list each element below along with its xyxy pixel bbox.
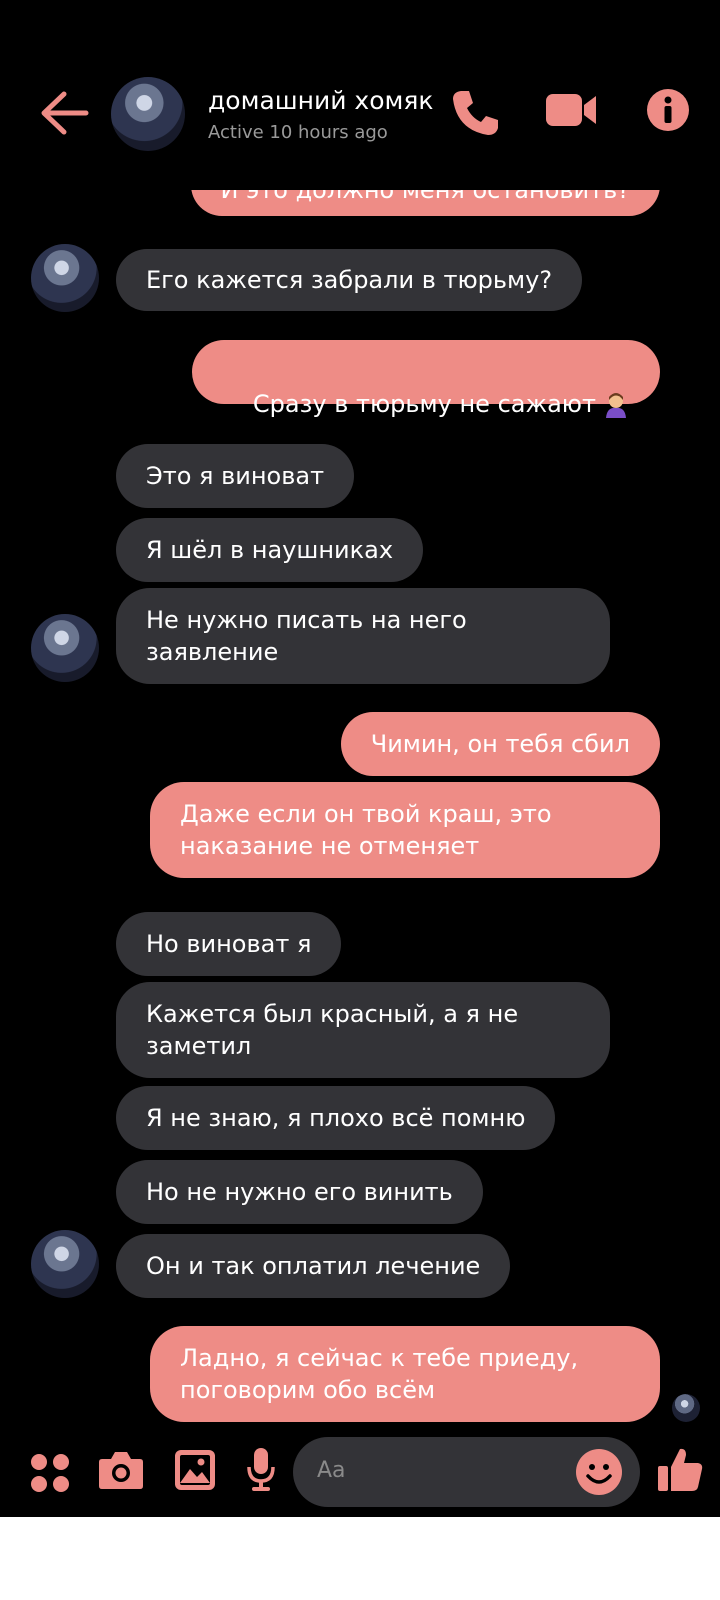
thumbs-up-icon[interactable]: [656, 1445, 704, 1493]
message-incoming[interactable]: Его кажется забрали в тюрьму?: [116, 249, 583, 311]
video-camera-icon[interactable]: [544, 88, 598, 132]
image-icon[interactable]: [174, 1449, 216, 1491]
chat-screen: И это должно меня остановить? Его кажетс…: [0, 0, 720, 1517]
smiley-icon[interactable]: [575, 1448, 623, 1496]
message-incoming[interactable]: Я шёл в наушниках: [116, 518, 424, 582]
camera-icon[interactable]: [98, 1449, 144, 1491]
contact-avatar[interactable]: [31, 244, 99, 312]
message-incoming[interactable]: Но виноват я: [116, 912, 342, 976]
message-incoming[interactable]: Но не нужно его винить: [116, 1160, 483, 1224]
chat-header: домашний хомяк Active 10 hours ago: [0, 0, 720, 190]
active-status: Active 10 hours ago: [208, 122, 388, 143]
info-icon[interactable]: [646, 88, 690, 132]
contact-avatar[interactable]: [31, 614, 99, 682]
message-composer: Aa: [0, 1425, 720, 1517]
message-input[interactable]: Aa: [293, 1437, 640, 1507]
message-outgoing[interactable]: Ладно, я сейчас к тебе приеду, поговорим…: [150, 1326, 660, 1422]
message-text: Сразу в тюрьму не сажают: [252, 390, 596, 418]
microphone-icon[interactable]: [246, 1447, 276, 1493]
back-arrow-icon[interactable]: [38, 88, 90, 138]
message-incoming[interactable]: Кажется был красный, а я не заметил: [116, 982, 610, 1078]
contact-name[interactable]: домашний хомяк: [208, 86, 434, 115]
seen-indicator-avatar: [672, 1394, 700, 1422]
message-outgoing[interactable]: Чимин, он тебя сбил: [340, 712, 660, 776]
message-outgoing[interactable]: Даже если он твой краш, это наказание не…: [150, 782, 660, 878]
message-incoming[interactable]: Он и так оплатил лечение: [116, 1234, 511, 1298]
contact-avatar[interactable]: [111, 77, 185, 151]
phone-icon[interactable]: [450, 88, 500, 138]
apps-grid-icon[interactable]: [30, 1453, 70, 1493]
contact-avatar[interactable]: [31, 1230, 99, 1298]
message-incoming[interactable]: Я не знаю, я плохо всё помню: [116, 1086, 556, 1150]
message-outgoing[interactable]: Сразу в тюрьму не сажают: [192, 340, 660, 418]
message-incoming[interactable]: Это я виноват: [116, 444, 355, 508]
woman-facepalming-emoji-icon: [606, 393, 626, 418]
message-incoming[interactable]: Не нужно писать на него заявление: [116, 588, 610, 684]
message-input-placeholder: Aa: [317, 1458, 346, 1483]
